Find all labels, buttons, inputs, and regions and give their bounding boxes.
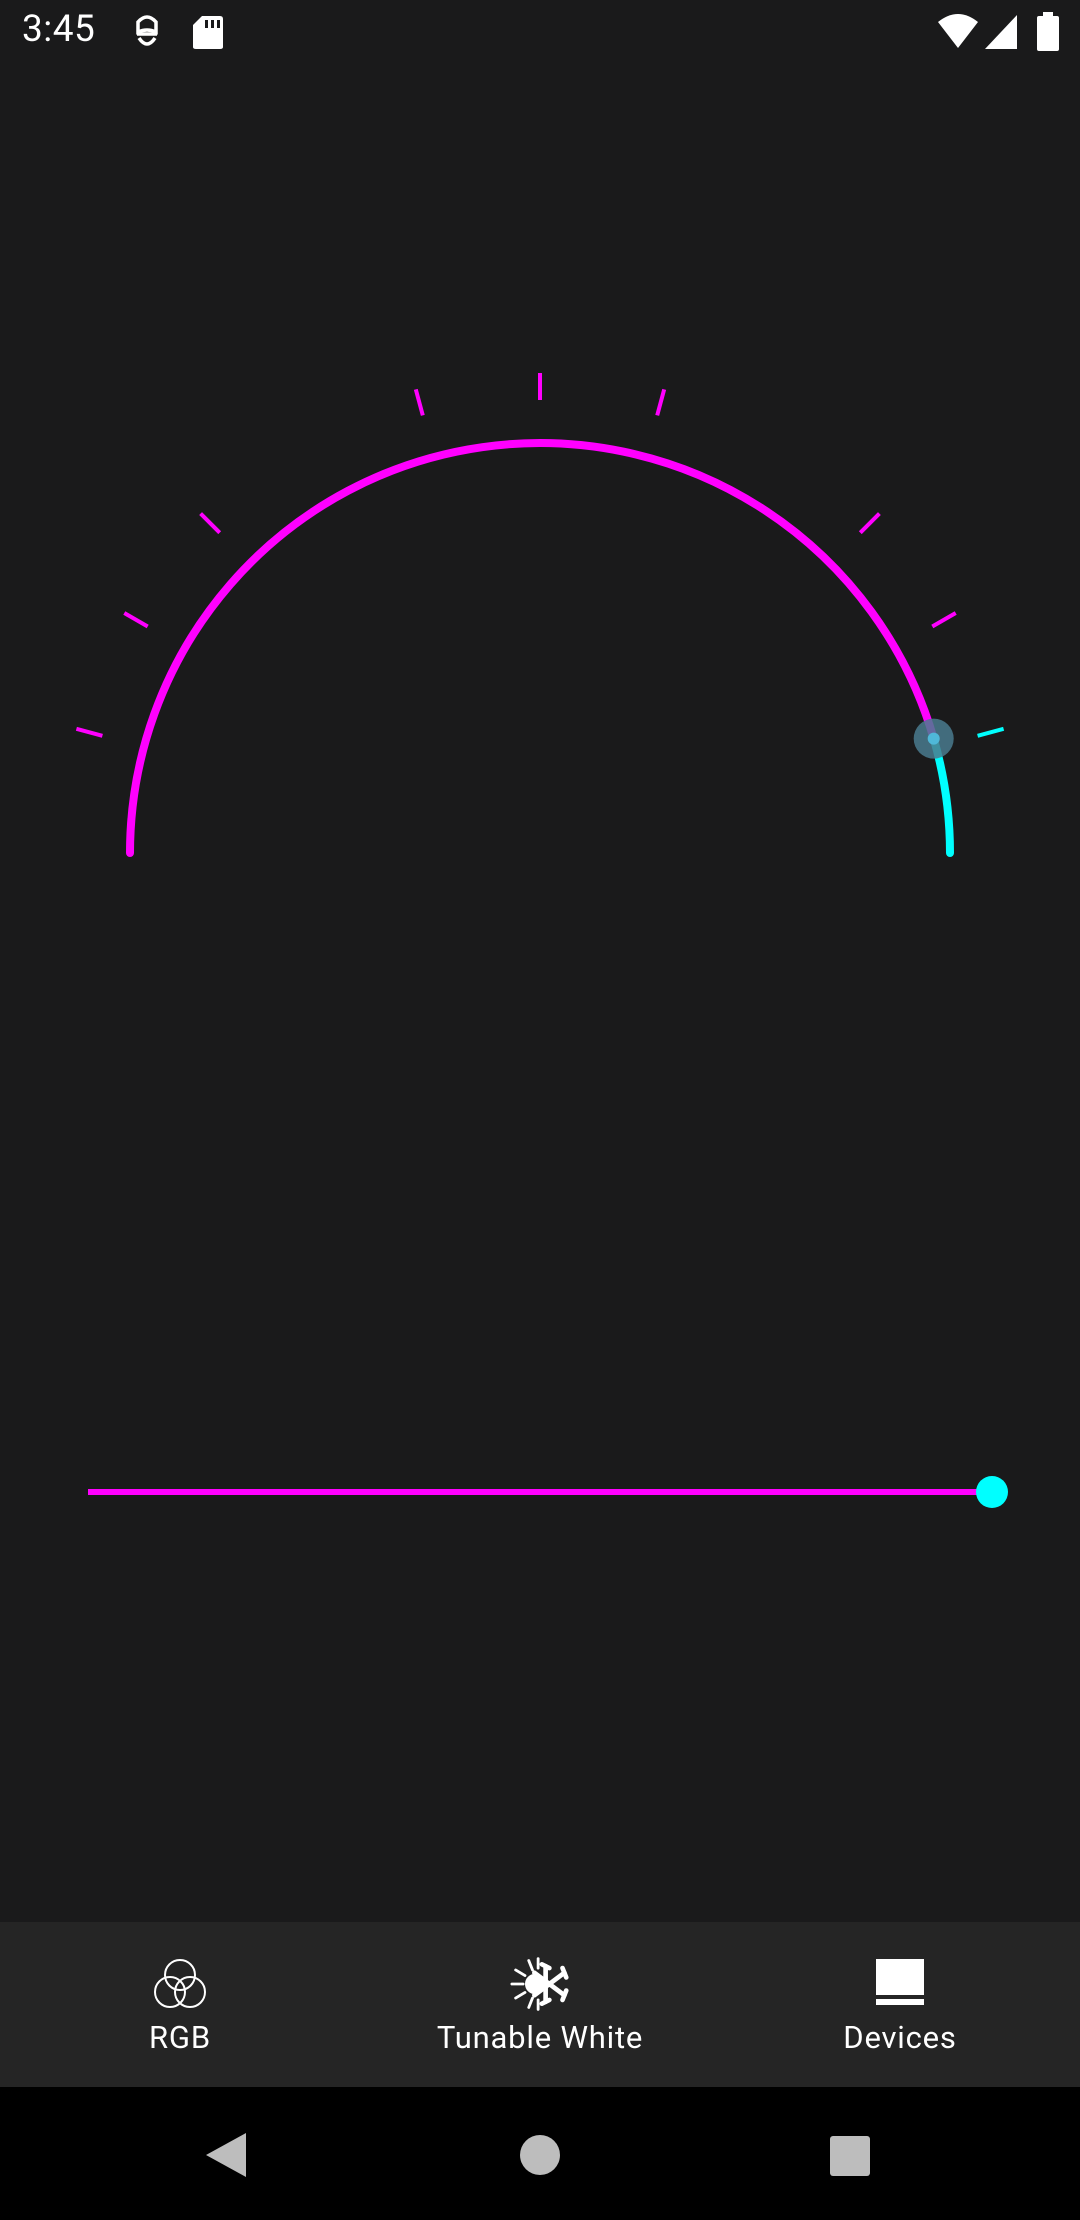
dial-tick [123,611,149,629]
dial-tick [75,726,103,738]
recents-icon[interactable] [829,2135,871,2177]
home-icon[interactable] [518,2133,562,2177]
color-temperature-dial[interactable] [0,0,1080,1000]
nav-item-devices[interactable]: Devices [800,1922,1000,2087]
dial-tick [858,512,881,535]
dial-tick [413,388,425,416]
dial-tick [655,388,667,416]
system-navigation-bar [0,2087,1080,2220]
back-icon[interactable] [204,2131,248,2179]
nav-item-rgb[interactable]: RGB [80,1922,280,2087]
bottom-navigation: RGB Tunable White Devices [0,1922,1080,2087]
dial-tick [977,726,1005,738]
dial-thumb[interactable] [927,732,940,745]
nav-label-rgb: RGB [149,2019,211,2056]
slider-thumb[interactable] [976,1476,1008,1508]
rgb-circles-icon [150,1955,210,2013]
brightness-slider[interactable] [0,1440,1080,1540]
dial-track [126,439,938,857]
nav-item-tunable-white[interactable]: Tunable White [390,1922,690,2087]
dial-tick [931,611,957,629]
nav-label-tunable-white: Tunable White [436,2019,644,2056]
sun-snowflake-icon [510,1955,570,2013]
dial-ticks [75,373,1005,738]
nav-label-devices: Devices [843,2019,957,2056]
devices-icon [870,1955,930,2013]
dial-tick [199,512,222,535]
